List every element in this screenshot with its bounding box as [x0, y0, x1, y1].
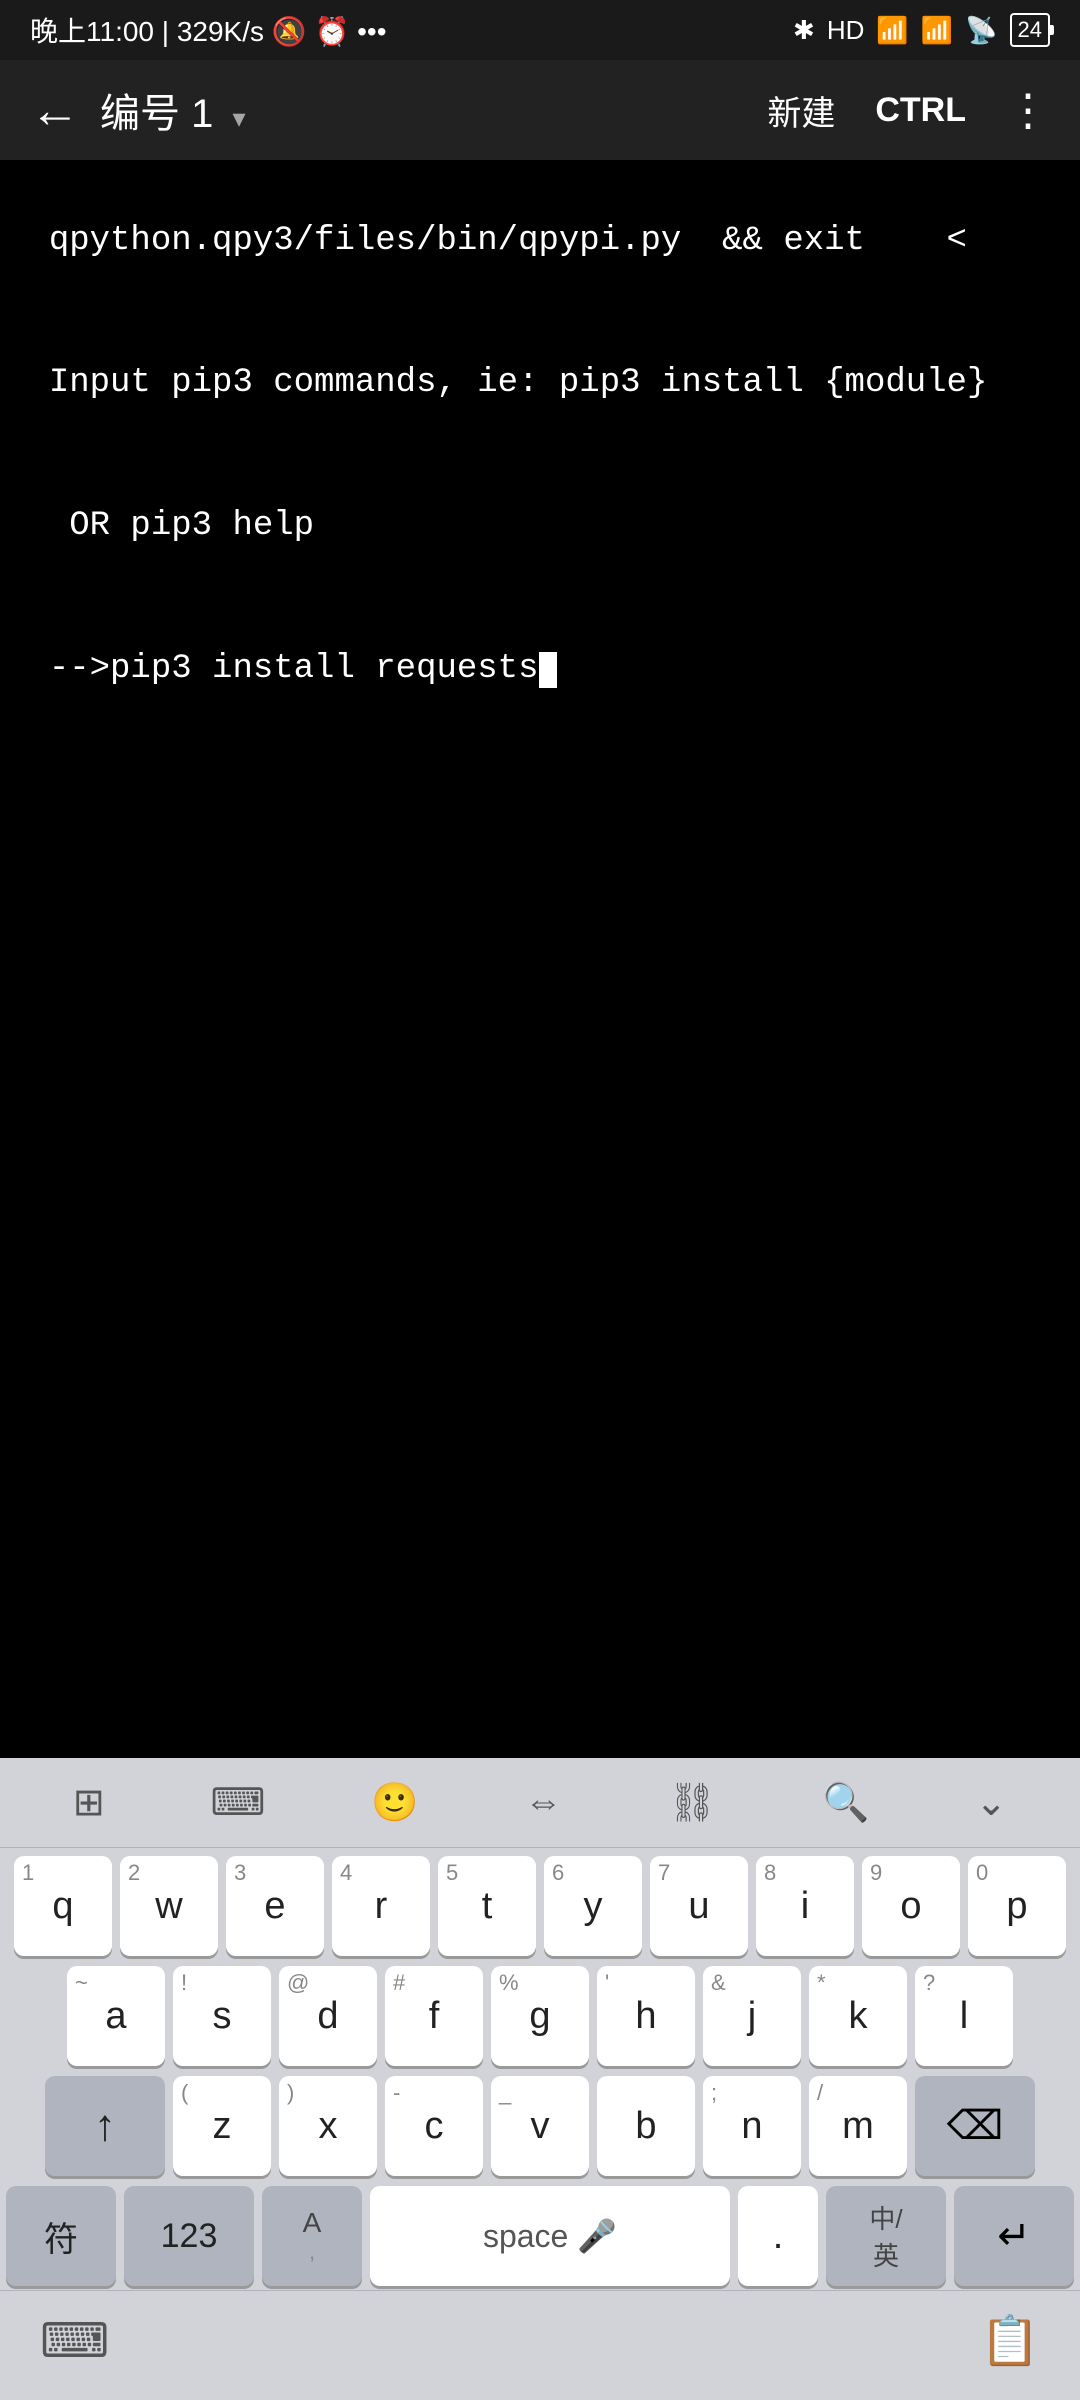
wifi-icon: 📡	[965, 15, 997, 46]
space-key[interactable]: space 🎤	[370, 2186, 730, 2286]
status-mute-icon: 🔕 ⏰ •••	[272, 16, 387, 47]
key-j[interactable]: &j	[703, 1966, 801, 2066]
key-e[interactable]: 3e	[226, 1856, 324, 1956]
menu-button[interactable]: ⋮	[1006, 85, 1050, 136]
status-right-icons: ✱ HD 📶 📶 📡 24	[793, 13, 1050, 47]
title-text: 编号 1	[100, 92, 213, 136]
backspace-key[interactable]: ⌫	[915, 2076, 1035, 2176]
new-button[interactable]: 新建	[767, 86, 835, 135]
key-r[interactable]: 4r	[332, 1856, 430, 1956]
key-o[interactable]: 9o	[862, 1856, 960, 1956]
key-a[interactable]: ~a	[67, 1966, 165, 2066]
app-bar: ← 编号 1 ▾ 新建 CTRL ⋮	[0, 60, 1080, 160]
hd-label: HD	[827, 15, 865, 46]
num-key[interactable]: 123	[124, 2186, 254, 2286]
terminal-line3: OR pip3 help	[49, 507, 314, 545]
keyboard-area: ⊞ ⌨ 🙂 ⇔ ⛓ 🔍 ⌄ 1q 2w 3e 4r 5t 6y 7u 8i 9o…	[0, 1758, 1080, 2400]
bt-icon: ✱	[793, 15, 815, 46]
symbol-key[interactable]: 符	[6, 2186, 116, 2286]
terminal-cursor	[539, 652, 557, 688]
signal2-icon: 📶	[921, 15, 953, 46]
key-p[interactable]: 0p	[968, 1856, 1066, 1956]
clipboard-bottom-button[interactable]: 📋	[980, 2312, 1040, 2369]
key-l[interactable]: ?l	[915, 1966, 1013, 2066]
keyboard-row-1: 1q 2w 3e 4r 5t 6y 7u 8i 9o 0p	[6, 1856, 1074, 1956]
kb-grid-button[interactable]: ⊞	[57, 1770, 121, 1835]
terminal-line4: -->pip3 install requests	[49, 650, 539, 688]
kb-keyboard-button[interactable]: ⌨	[195, 1770, 282, 1835]
title-dropdown-arrow[interactable]: ▾	[232, 103, 245, 133]
key-h[interactable]: 'h	[597, 1966, 695, 2066]
key-u[interactable]: 7u	[650, 1856, 748, 1956]
kb-search-button[interactable]: 🔍	[806, 1771, 885, 1835]
battery-level: 24	[1018, 17, 1042, 42]
keyboard-toolbar: ⊞ ⌨ 🙂 ⇔ ⛓ 🔍 ⌄	[0, 1758, 1080, 1848]
key-n[interactable]: ;n	[703, 2076, 801, 2176]
key-q[interactable]: 1q	[14, 1856, 112, 1956]
terminal-line1: qpython.qpy3/files/bin/qpypi.py && exit …	[49, 222, 967, 260]
key-c[interactable]: -c	[385, 2076, 483, 2176]
keyboard-row-4: 符 123 A , space 🎤 . 中/ 英 ↵	[6, 2186, 1074, 2286]
kb-cursor-button[interactable]: ⇔	[508, 1771, 578, 1834]
key-s[interactable]: !s	[173, 1966, 271, 2066]
status-bar: 晚上11:00 | 329K/s 🔕 ⏰ ••• ✱ HD 📶 📶 📡 24	[0, 0, 1080, 60]
status-time-speed: 晚上11:00 | 329K/s 🔕 ⏰ •••	[30, 10, 387, 50]
key-z[interactable]: (z	[173, 2076, 271, 2176]
key-k[interactable]: *k	[809, 1966, 907, 2066]
lang-key[interactable]: A ,	[262, 2186, 362, 2286]
keyboard-row-2: ~a !s @d #f %g 'h &j *k ?l	[6, 1966, 1074, 2066]
status-speed-val: 329K/s	[177, 16, 264, 47]
key-t[interactable]: 5t	[438, 1856, 536, 1956]
key-d[interactable]: @d	[279, 1966, 377, 2066]
keyboard-row-3: ↑ (z )x -c _v b ;n /m ⌫	[6, 2076, 1074, 2176]
key-f[interactable]: #f	[385, 1966, 483, 2066]
keyboard-type-button[interactable]: ⌨	[40, 2313, 109, 2369]
enter-key[interactable]: ↵	[954, 2186, 1074, 2286]
key-w[interactable]: 2w	[120, 1856, 218, 1956]
key-m[interactable]: /m	[809, 2076, 907, 2176]
kb-emoji-button[interactable]: 🙂	[355, 1771, 434, 1835]
app-title: 编号 1 ▾	[100, 81, 767, 139]
key-x[interactable]: )x	[279, 2076, 377, 2176]
status-time: 晚上11:00	[30, 16, 154, 47]
key-g[interactable]: %g	[491, 1966, 589, 2066]
back-button[interactable]: ←	[30, 81, 80, 139]
terminal-output[interactable]: qpython.qpy3/files/bin/qpypi.py && exit …	[0, 160, 1080, 1758]
key-b[interactable]: b	[597, 2076, 695, 2176]
terminal-line2: Input pip3 commands, ie: pip3 install {m…	[49, 364, 988, 402]
kb-close-button[interactable]: ⌄	[959, 1770, 1023, 1835]
ctrl-button[interactable]: CTRL	[875, 91, 966, 130]
battery-indicator: 24	[1010, 13, 1050, 47]
shift-key[interactable]: ↑	[45, 2076, 165, 2176]
status-speed: |	[162, 16, 177, 47]
dot-key[interactable]: .	[738, 2186, 818, 2286]
lang-switch-key[interactable]: 中/ 英	[826, 2186, 946, 2286]
key-i[interactable]: 8i	[756, 1856, 854, 1956]
kb-clipboard-button[interactable]: ⛓	[652, 1771, 732, 1835]
key-y[interactable]: 6y	[544, 1856, 642, 1956]
keyboard-bottom-bar: ⌨ 📋	[0, 2290, 1080, 2390]
signal1-icon: 📶	[876, 15, 908, 46]
key-v[interactable]: _v	[491, 2076, 589, 2176]
keyboard-rows: 1q 2w 3e 4r 5t 6y 7u 8i 9o 0p ~a !s @d #…	[0, 1848, 1080, 2290]
